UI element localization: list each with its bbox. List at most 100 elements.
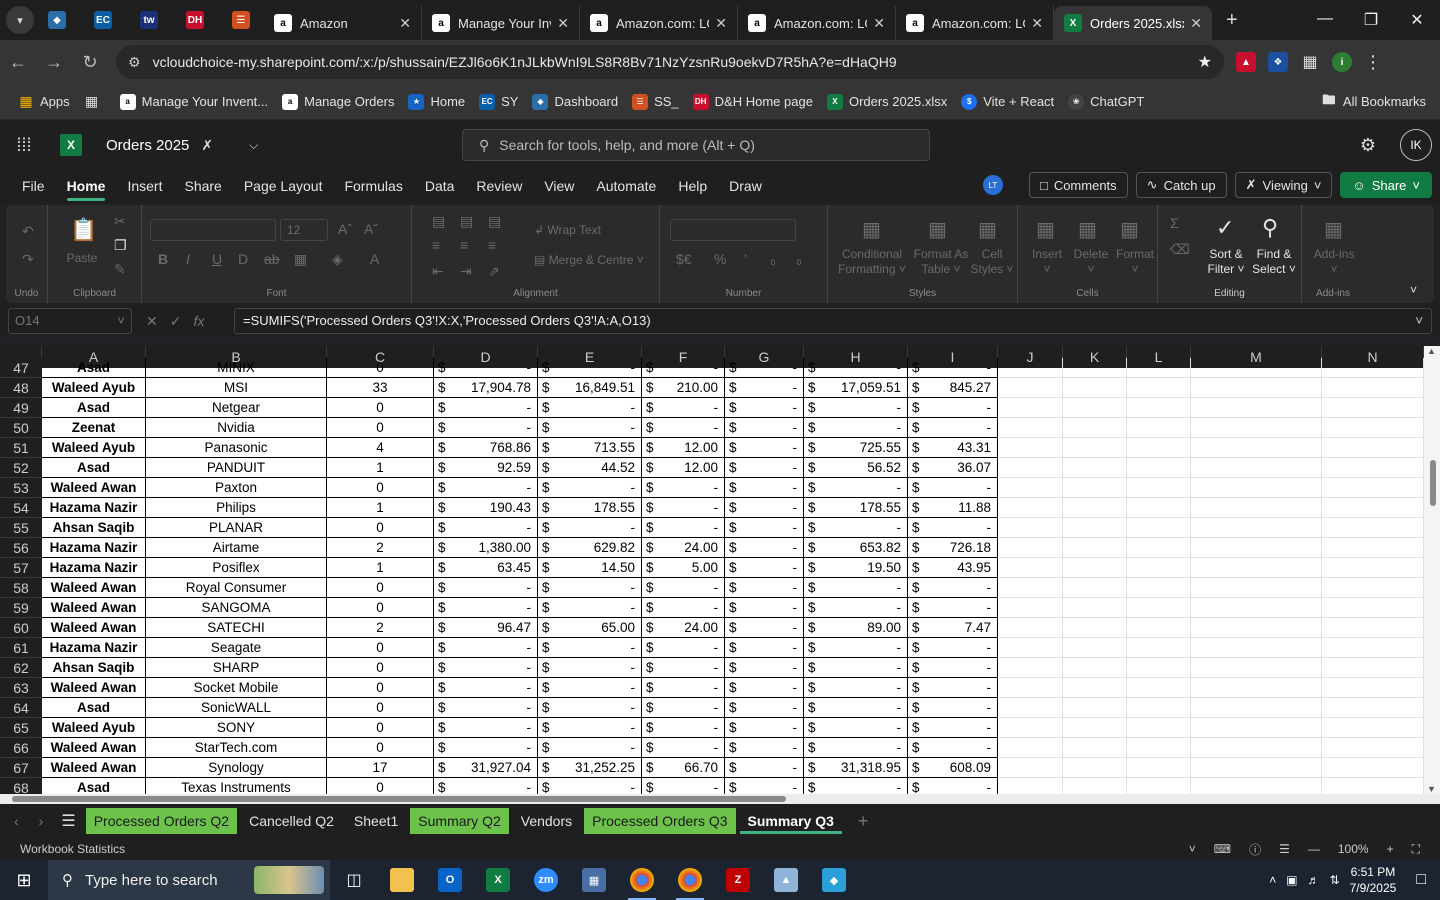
empty-cell[interactable] bbox=[1322, 578, 1424, 598]
windows-start-icon[interactable]: ⊞ bbox=[0, 870, 48, 891]
empty-cell[interactable] bbox=[1063, 358, 1127, 378]
cell-G[interactable]: $ - bbox=[725, 738, 804, 758]
sheet-tab-cancelled-q2[interactable]: Cancelled Q2 bbox=[241, 808, 342, 834]
empty-cell[interactable] bbox=[1127, 538, 1191, 558]
empty-cell[interactable] bbox=[1063, 398, 1127, 418]
empty-cell[interactable] bbox=[1191, 478, 1322, 498]
cell-B[interactable]: Royal Consumer bbox=[146, 578, 327, 598]
empty-cell[interactable] bbox=[1063, 418, 1127, 438]
cell-F[interactable]: $12.00 bbox=[642, 438, 725, 458]
grow-font-icon[interactable]: Aˆ bbox=[338, 221, 352, 237]
increase-indent-icon[interactable]: ⇥ bbox=[460, 263, 472, 280]
pinned-tab-4[interactable]: DH bbox=[172, 0, 218, 40]
cell-F[interactable]: $ - bbox=[642, 718, 725, 738]
cell-D[interactable]: $190.43 bbox=[434, 498, 538, 518]
bookmark-item[interactable]: EC SY bbox=[479, 93, 518, 110]
cell-G[interactable]: $ - bbox=[725, 698, 804, 718]
row-header[interactable]: 56 bbox=[0, 538, 42, 558]
cell-B[interactable]: SATECHI bbox=[146, 618, 327, 638]
empty-cell[interactable] bbox=[1191, 698, 1322, 718]
strikethrough-icon[interactable]: ab bbox=[264, 251, 280, 267]
cell-E[interactable]: $ - bbox=[538, 418, 642, 438]
cell-G[interactable]: $ - bbox=[725, 638, 804, 658]
cell-G[interactable]: $ - bbox=[725, 718, 804, 738]
cell-H[interactable]: $ - bbox=[804, 478, 908, 498]
cell-H[interactable]: $725.55 bbox=[804, 438, 908, 458]
cell-B[interactable]: Panasonic bbox=[146, 438, 327, 458]
sheet-tab-processed-orders-q2[interactable]: Processed Orders Q2 bbox=[85, 808, 238, 834]
cell-D[interactable]: $96.47 bbox=[434, 618, 538, 638]
settings-gear-icon[interactable]: ⚙ bbox=[1360, 135, 1376, 156]
bookmark-item[interactable]: ◆ Dashboard bbox=[532, 93, 618, 110]
empty-cell[interactable] bbox=[1322, 398, 1424, 418]
align-left-icon[interactable]: ≡ bbox=[432, 237, 440, 253]
pinned-tab-5[interactable]: ☰ bbox=[218, 0, 264, 40]
cell-F[interactable]: $24.00 bbox=[642, 618, 725, 638]
cell-B[interactable]: Airtame bbox=[146, 538, 327, 558]
cell-A[interactable]: Waleed Awan bbox=[42, 598, 146, 618]
cell-E[interactable]: $713.55 bbox=[538, 438, 642, 458]
cell-D[interactable]: $ - bbox=[434, 398, 538, 418]
row-header[interactable]: 48 bbox=[0, 378, 42, 398]
cell-G[interactable]: $ - bbox=[725, 418, 804, 438]
cell-E[interactable]: $44.52 bbox=[538, 458, 642, 478]
filezilla-button[interactable]: Z bbox=[714, 860, 762, 900]
vertical-scrollbar[interactable]: ▲ ▼ bbox=[1424, 346, 1440, 794]
cell-I[interactable]: $11.88 bbox=[908, 498, 998, 518]
excel-taskbar-button[interactable]: X bbox=[474, 860, 522, 900]
format-painter-icon[interactable]: ✎ bbox=[114, 261, 126, 278]
cell-H[interactable]: $653.82 bbox=[804, 538, 908, 558]
empty-cell[interactable] bbox=[1063, 738, 1127, 758]
percent-icon[interactable]: % bbox=[714, 251, 726, 267]
conditional-formatting-button[interactable]: Conditional Formatting ˅ bbox=[834, 247, 910, 277]
empty-cell[interactable] bbox=[1063, 558, 1127, 578]
cell-B[interactable]: SANGOMA bbox=[146, 598, 327, 618]
empty-cell[interactable] bbox=[1322, 718, 1424, 738]
cell-I[interactable]: $ - bbox=[908, 658, 998, 678]
sheet-tab-sheet1[interactable]: Sheet1 bbox=[346, 808, 406, 834]
cell-G[interactable]: $ - bbox=[725, 518, 804, 538]
empty-cell[interactable] bbox=[1322, 758, 1424, 778]
empty-cell[interactable] bbox=[1127, 378, 1191, 398]
autosum-icon[interactable]: Σ bbox=[1170, 215, 1179, 231]
cell-D[interactable]: $768.86 bbox=[434, 438, 538, 458]
row-header[interactable]: 49 bbox=[0, 398, 42, 418]
empty-cell[interactable] bbox=[1063, 658, 1127, 678]
row-header[interactable]: 58 bbox=[0, 578, 42, 598]
empty-cell[interactable] bbox=[1127, 698, 1191, 718]
cell-I[interactable]: $ - bbox=[908, 698, 998, 718]
empty-cell[interactable] bbox=[1127, 498, 1191, 518]
cell-B[interactable]: Philips bbox=[146, 498, 327, 518]
cell-F[interactable]: $66.70 bbox=[642, 758, 725, 778]
cell-C[interactable]: 1 bbox=[327, 458, 434, 478]
empty-cell[interactable] bbox=[1191, 738, 1322, 758]
cell-C[interactable]: 4 bbox=[327, 438, 434, 458]
bookmark-item[interactable]: ❀ ChatGPT bbox=[1068, 93, 1144, 110]
cell-I[interactable]: $ - bbox=[908, 418, 998, 438]
cell-G[interactable]: $ - bbox=[725, 658, 804, 678]
cell-C[interactable]: 0 bbox=[327, 658, 434, 678]
empty-cell[interactable] bbox=[1063, 678, 1127, 698]
cell-C[interactable]: 0 bbox=[327, 598, 434, 618]
row-header[interactable]: 55 bbox=[0, 518, 42, 538]
bookmark-grid[interactable]: ▦ bbox=[84, 93, 106, 110]
empty-cell[interactable] bbox=[1191, 778, 1322, 794]
forward-icon[interactable]: → bbox=[36, 52, 72, 73]
pdf-extension-icon[interactable]: ▲ bbox=[1236, 52, 1256, 72]
cell-H[interactable]: $178.55 bbox=[804, 498, 908, 518]
cell-B[interactable]: Nvidia bbox=[146, 418, 327, 438]
cell-B[interactable]: SONY bbox=[146, 718, 327, 738]
currency-format-icon[interactable]: $€ bbox=[676, 251, 692, 267]
cell-D[interactable]: $63.45 bbox=[434, 558, 538, 578]
minimize-icon[interactable]: — bbox=[1302, 10, 1348, 30]
cell-B[interactable]: SonicWALL bbox=[146, 698, 327, 718]
empty-cell[interactable] bbox=[1063, 778, 1127, 794]
bookmark-item[interactable]: X Orders 2025.xlsx bbox=[826, 93, 947, 110]
sort-filter-icon[interactable]: ✓ bbox=[1216, 215, 1234, 241]
cell-I[interactable]: $7.47 bbox=[908, 618, 998, 638]
cell-F[interactable]: $210.00 bbox=[642, 378, 725, 398]
paste-icon[interactable]: 📋 bbox=[70, 217, 97, 243]
confirm-icon[interactable]: ✓ bbox=[170, 313, 182, 330]
cell-B[interactable]: MINIX bbox=[146, 358, 327, 378]
cell-H[interactable]: $ - bbox=[804, 358, 908, 378]
